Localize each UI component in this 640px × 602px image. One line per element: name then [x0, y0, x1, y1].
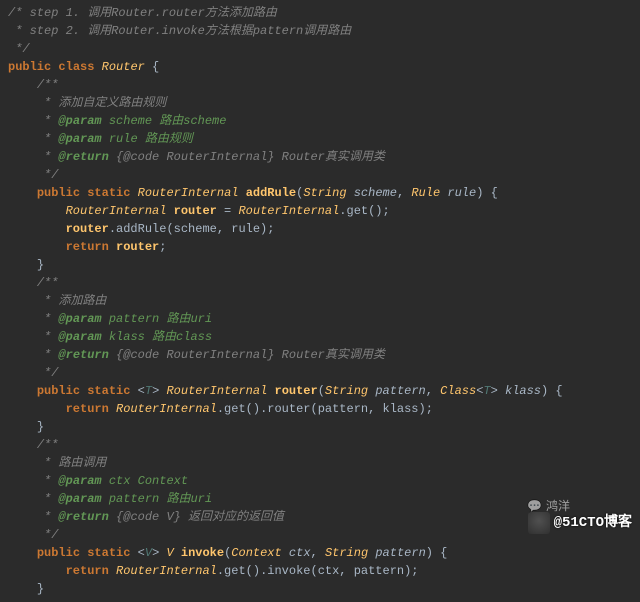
avatar-icon [528, 512, 550, 534]
method-addRule: addRule [246, 186, 296, 200]
kw-class: class [58, 60, 94, 74]
kw-public: public [8, 60, 51, 74]
comment-step1: /* step 1. 调用Router.router方法添加路由 [8, 6, 277, 20]
method-router: router [275, 384, 318, 398]
method-invoke: invoke [181, 546, 224, 560]
watermark: @51CTO博客 [528, 512, 632, 534]
class-name: Router [102, 60, 145, 74]
comment-end: */ [8, 42, 30, 56]
comment-step2: * step 2. 调用Router.invoke方法根据pattern调用路由 [8, 24, 351, 38]
